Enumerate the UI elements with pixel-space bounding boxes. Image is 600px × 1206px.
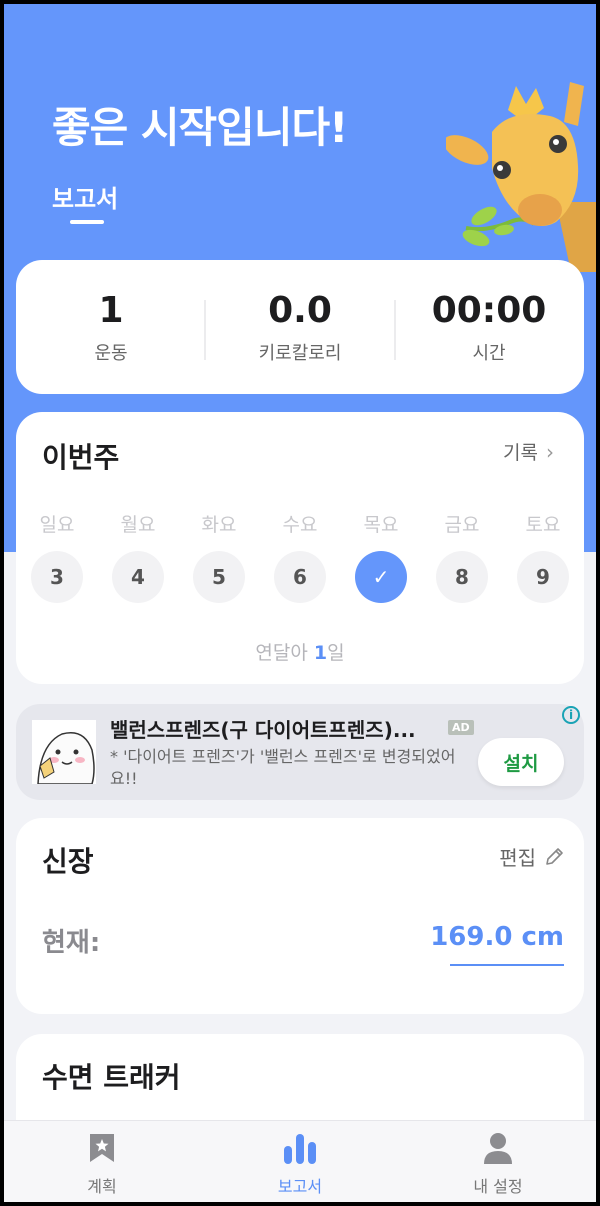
nav-item-plan[interactable]: 계획 bbox=[42, 1131, 162, 1197]
stat-calories-value: 0.0 bbox=[268, 290, 332, 331]
ad-description: * '다이어트 프렌즈'가 '밸런스 프렌즈'로 변경되었어요!! bbox=[110, 747, 456, 788]
bookmark-star-icon bbox=[42, 1131, 162, 1165]
nav-label-report: 보고서 bbox=[277, 1177, 323, 1196]
info-icon[interactable]: i bbox=[562, 706, 580, 724]
day-circle-thu-checkmark-icon[interactable]: ✓ bbox=[355, 551, 407, 603]
nav-label-plan: 계획 bbox=[87, 1177, 117, 1196]
height-underline bbox=[450, 964, 564, 966]
streak-text: 연달아 1일 bbox=[16, 638, 584, 665]
streak-suffix: 일 bbox=[327, 642, 345, 664]
day-circle-mon[interactable]: 4 bbox=[112, 551, 164, 603]
current-label: 현재: bbox=[42, 928, 101, 958]
ad-banner[interactable]: 밸런스프렌즈(구 다이어트프렌즈)... AD * '다이어트 프렌즈'가 '밸… bbox=[16, 704, 584, 800]
bottom-navigation: 계획 보고서 내 설정 bbox=[4, 1120, 596, 1202]
day-circle-tue[interactable]: 5 bbox=[193, 551, 245, 603]
day-circle-fri[interactable]: 8 bbox=[436, 551, 488, 603]
nav-item-report[interactable]: 보고서 bbox=[240, 1131, 360, 1197]
stat-time-value: 00:00 bbox=[431, 290, 547, 331]
height-card: 신장 편집 현재: 169.0 cm bbox=[16, 818, 584, 1014]
stat-exercise-value: 1 bbox=[98, 290, 124, 331]
day-label-sun: 일요 bbox=[39, 514, 75, 536]
record-link[interactable]: 기록 › bbox=[503, 438, 554, 465]
day-label-thu: 목요 bbox=[363, 514, 399, 536]
day-label-fri: 금요 bbox=[444, 514, 480, 536]
height-title: 신장 bbox=[42, 845, 94, 878]
day-label-wed: 수요 bbox=[282, 514, 318, 536]
sleep-tracker-title: 수면 트래커 bbox=[42, 1061, 181, 1094]
stats-card: 1 운동 0.0 키로칼로리 00:00 시간 bbox=[16, 260, 584, 394]
bar-chart-icon bbox=[240, 1131, 360, 1165]
day-circle-wed[interactable]: 6 bbox=[274, 551, 326, 603]
this-week-title: 이번주 bbox=[42, 441, 120, 474]
ad-badge: AD bbox=[448, 720, 474, 735]
edit-label: 편집 bbox=[499, 846, 536, 870]
record-link-label: 기록 bbox=[503, 442, 538, 464]
stat-calories-label: 키로칼로리 bbox=[258, 343, 342, 364]
stat-time: 00:00 시간 bbox=[394, 290, 584, 365]
stat-calories: 0.0 키로칼로리 bbox=[205, 290, 395, 365]
stat-time-label: 시간 bbox=[472, 343, 506, 364]
ad-title: 밸런스프렌즈(구 다이어트프렌즈)... bbox=[110, 718, 416, 742]
nav-label-settings: 내 설정 bbox=[473, 1177, 523, 1196]
day-label-sat: 토요 bbox=[525, 514, 561, 536]
day-label-mon: 월요 bbox=[120, 514, 156, 536]
streak-count: 1 bbox=[313, 642, 328, 664]
page-title: 좋은 시작입니다! bbox=[52, 103, 348, 152]
streak-prefix: 연달아 bbox=[255, 642, 314, 664]
day-circle-sat[interactable]: 9 bbox=[517, 551, 569, 603]
stat-exercise: 1 운동 bbox=[16, 290, 206, 365]
day-circle-sun[interactable]: 3 bbox=[31, 551, 83, 603]
giraffe-illustration bbox=[446, 82, 596, 272]
ad-thumbnail bbox=[32, 720, 96, 784]
this-week-card: 이번주 기록 › 일요 월요 화요 수요 목요 금요 토요 3 4 5 6 ✓ 8… bbox=[16, 412, 584, 684]
tab-underline bbox=[70, 220, 104, 224]
stat-exercise-label: 운동 bbox=[94, 343, 128, 364]
tab-report[interactable]: 보고서 bbox=[52, 179, 118, 214]
chevron-right-icon: › bbox=[546, 440, 554, 464]
day-label-tue: 화요 bbox=[201, 514, 237, 536]
nav-item-settings[interactable]: 내 설정 bbox=[438, 1131, 558, 1197]
height-value[interactable]: 169.0 cm bbox=[430, 922, 564, 952]
install-button[interactable]: 설치 bbox=[478, 738, 564, 786]
person-icon bbox=[438, 1131, 558, 1165]
app-screen: 좋은 시작입니다! 보고서 1 운동 0.0 키로칼로리 00:00 시간 이번… bbox=[4, 4, 596, 1202]
edit-button[interactable]: 편집 bbox=[499, 842, 564, 871]
pencil-icon bbox=[546, 847, 563, 865]
